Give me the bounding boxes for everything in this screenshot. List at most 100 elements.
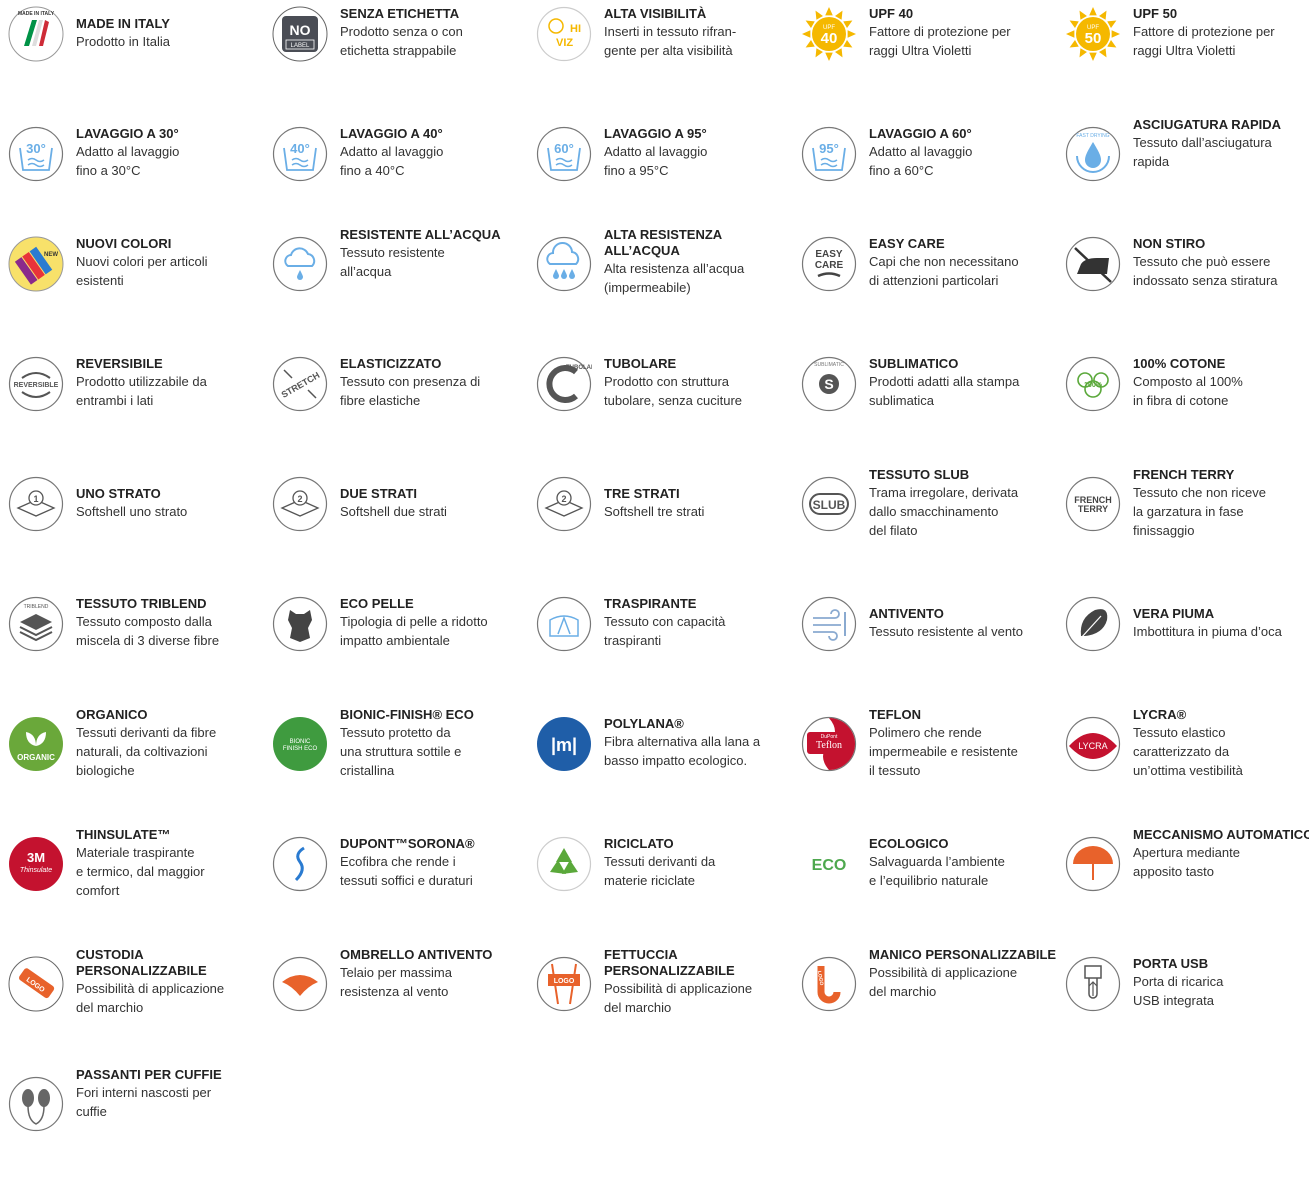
svg-text:40°: 40°	[290, 141, 310, 156]
svg-text:Teflon: Teflon	[816, 740, 842, 751]
feature-title: EASY CARE	[869, 236, 945, 251]
feature-description: Prodotto utilizzabile da	[76, 374, 207, 389]
earphones-icon	[8, 1076, 64, 1132]
feature-text: REVERSIBILE Prodotto utilizzabile da entra…	[76, 356, 266, 410]
feature-item: NEW NUOVI COLORI Nuovi colori per articoli…	[4, 226, 266, 326]
feature-description: Tessuto composto dalla	[76, 614, 212, 629]
feature-item: RICICLATO Tessuti derivanti da materie ric…	[532, 826, 794, 926]
feature-item: 2 TRE STRATI Softshell tre strati	[532, 466, 794, 566]
feature-item: BIONIC FINISH ECO BIONIC-FINISH® ECO Tessu…	[268, 706, 530, 806]
feature-title: OMBRELLO ANTIVENTO	[340, 947, 493, 962]
feature-item: NON STIRO Tessuto che può essere indossato…	[1061, 226, 1309, 326]
svg-text:S: S	[824, 376, 833, 392]
feature-text: LAVAGGIO A 60° Adatto al lavaggio fino a 6…	[869, 126, 1059, 180]
feature-text: FETTUCCIA PERSONALIZZABILE Possibilità di…	[604, 947, 794, 1017]
feature-description: Softshell tre strati	[604, 503, 705, 519]
feature-text: NUOVI COLORI Nuovi colori per articoli esi…	[76, 236, 266, 290]
breathable-icon	[536, 596, 592, 652]
svg-text:TRIBLEND: TRIBLEND	[24, 604, 49, 610]
feature-title: SENZA ETICHETTA	[340, 6, 460, 21]
feature-text: UNO STRATO Softshell uno strato	[76, 486, 266, 521]
feature-text: MADE IN ITALY Prodotto in Italia	[76, 16, 266, 51]
svg-text:EASY: EASY	[815, 249, 843, 260]
feature-title: DUE STRATI	[340, 485, 418, 501]
triblend-icon: TRIBLEND	[8, 596, 64, 652]
feature-description: in fibra di cotone	[1133, 393, 1229, 408]
feature-title: ECOLOGICO	[869, 836, 949, 851]
feature-title: TRASPIRANTE	[604, 596, 697, 611]
feature-description: (impermeabile)	[604, 280, 691, 295]
feature-text: TRASPIRANTE Tessuto con capacità traspiran…	[604, 596, 794, 650]
svg-text:SUBLIMATIC: SUBLIMATIC	[814, 362, 844, 368]
feature-item: 3M Thinsulate THINSULATE™ Materiale traspi…	[4, 826, 266, 926]
feature-title: REVERSIBILE	[76, 356, 163, 371]
wash-60-icon: 60°	[536, 126, 592, 182]
feature-title: ANTIVENTO	[869, 605, 944, 621]
usb-port-icon	[1065, 956, 1121, 1012]
feature-description: il tessuto	[869, 762, 921, 778]
svg-text:LYCRA: LYCRA	[1078, 741, 1107, 751]
feature-description: fino a 60°C	[869, 163, 934, 178]
feature-description: resistenza al vento	[340, 984, 449, 999]
feature-text: ANTIVENTO Tessuto resistente al vento	[869, 606, 1059, 641]
upf-40-icon: UPF 40	[801, 6, 857, 62]
svg-text:3M: 3M	[27, 850, 45, 865]
feature-description: miscela di 3 diverse fibre	[76, 633, 220, 648]
feature-description: entrambi i lati	[76, 393, 154, 408]
feature-text: OMBRELLO ANTIVENTO Telaio per massima resi…	[340, 947, 530, 1001]
feature-description: di attenzioni particolari	[869, 273, 999, 288]
sublimatic-icon: S SUBLIMATIC	[801, 356, 857, 412]
two-layers-icon: 2	[272, 476, 328, 532]
feature-text: LYCRA® Tessuto elastico caratterizzato da u…	[1133, 707, 1309, 780]
feature-description: Salvaguarda l’ambiente	[869, 854, 1005, 869]
feature-description: impatto ambientale	[340, 633, 450, 648]
feature-description: Tessuto che non riceve	[1133, 484, 1266, 500]
new-colors-icon: NEW	[8, 236, 64, 292]
feature-description: Adatto al lavaggio	[340, 144, 444, 159]
feature-text: POLYLANA® Fibra alternativa alla lana a ba…	[604, 716, 794, 770]
feature-description: materie riciclate	[604, 873, 696, 888]
feature-title: NUOVI COLORI	[76, 236, 172, 251]
feature-title: ORGANICO	[76, 706, 148, 722]
feature-item: HI VIZ ALTA VISIBILITÀ Inserti in tessuto …	[532, 6, 794, 106]
feature-title: SUBLIMATICO	[869, 356, 959, 371]
feature-description: Possibilità di applicazione	[604, 981, 753, 996]
upf-50-icon: UPF 50	[1065, 6, 1121, 62]
feature-item: SLUB TESSUTO SLUB Trama irregolare, deriva…	[797, 466, 1059, 566]
feature-item: UPF 40 UPF 40 Fattore di protezione per rag…	[797, 6, 1059, 106]
wash-40-icon: 40°	[272, 126, 328, 182]
svg-text:SLUB: SLUB	[813, 498, 846, 512]
svg-text:60°: 60°	[554, 141, 574, 156]
feature-description: esistenti	[76, 273, 124, 288]
feature-title: PASSANTI PER CUFFIE	[76, 1067, 222, 1082]
feature-text: ORGANICO Tessuti derivanti da fibre natura…	[76, 707, 266, 780]
thinsulate-icon: 3M Thinsulate	[8, 836, 64, 892]
feature-title: RICICLATO	[604, 836, 674, 851]
feature-item: UPF 50 UPF 50 Fattore di protezione per rag…	[1061, 6, 1309, 106]
svg-text:VIZ: VIZ	[556, 37, 573, 49]
feature-item: MADE IN ITALY MADE IN ITALY Prodotto in It…	[4, 6, 266, 106]
feature-description: comfort	[76, 882, 120, 898]
feature-text: 100% COTONE Composto al 100% in fibra di c…	[1133, 356, 1309, 410]
teflon-icon: DuPont Teflon	[801, 716, 857, 772]
svg-text:FAST DRYING: FAST DRYING	[1076, 133, 1109, 139]
feature-description: raggi Ultra Violetti	[1133, 43, 1236, 58]
feature-item: REVERSIBLE REVERSIBILE Prodotto utilizzab…	[4, 346, 266, 446]
feature-description: una struttura sottile e	[340, 743, 462, 759]
polylana-icon: |m|	[536, 716, 592, 772]
feature-item: PORTA USB Porta di ricarica USB integrata	[1061, 946, 1309, 1046]
feature-description: biologiche	[76, 762, 135, 778]
feature-item: LOGO FETTUCCIA PERSONALIZZABILE Possibilit…	[532, 946, 794, 1046]
feature-item: TRASPIRANTE Tessuto con capacità traspiran…	[532, 586, 794, 686]
feature-description: fibre elastiche	[340, 393, 421, 408]
feature-title: TEFLON	[869, 706, 921, 722]
feature-title: MANICO PERSONALIZZABILE	[869, 947, 1057, 962]
feature-text: SENZA ETICHETTA Prodotto senza o con etich…	[340, 6, 530, 60]
svg-text:MADE IN ITALY: MADE IN ITALY	[18, 11, 55, 17]
custom-case-icon: LOGO	[8, 956, 64, 1012]
feature-description: Capi che non necessitano	[869, 254, 1019, 269]
feature-text: ALTA VISIBILITÀ Inserti in tessuto rifran…	[604, 6, 794, 60]
feature-description: Materiale traspirante	[76, 844, 195, 860]
feature-text: FRENCH TERRY Tessuto che non riceve la gar…	[1133, 467, 1309, 540]
feature-description: fino a 30°C	[76, 163, 141, 178]
